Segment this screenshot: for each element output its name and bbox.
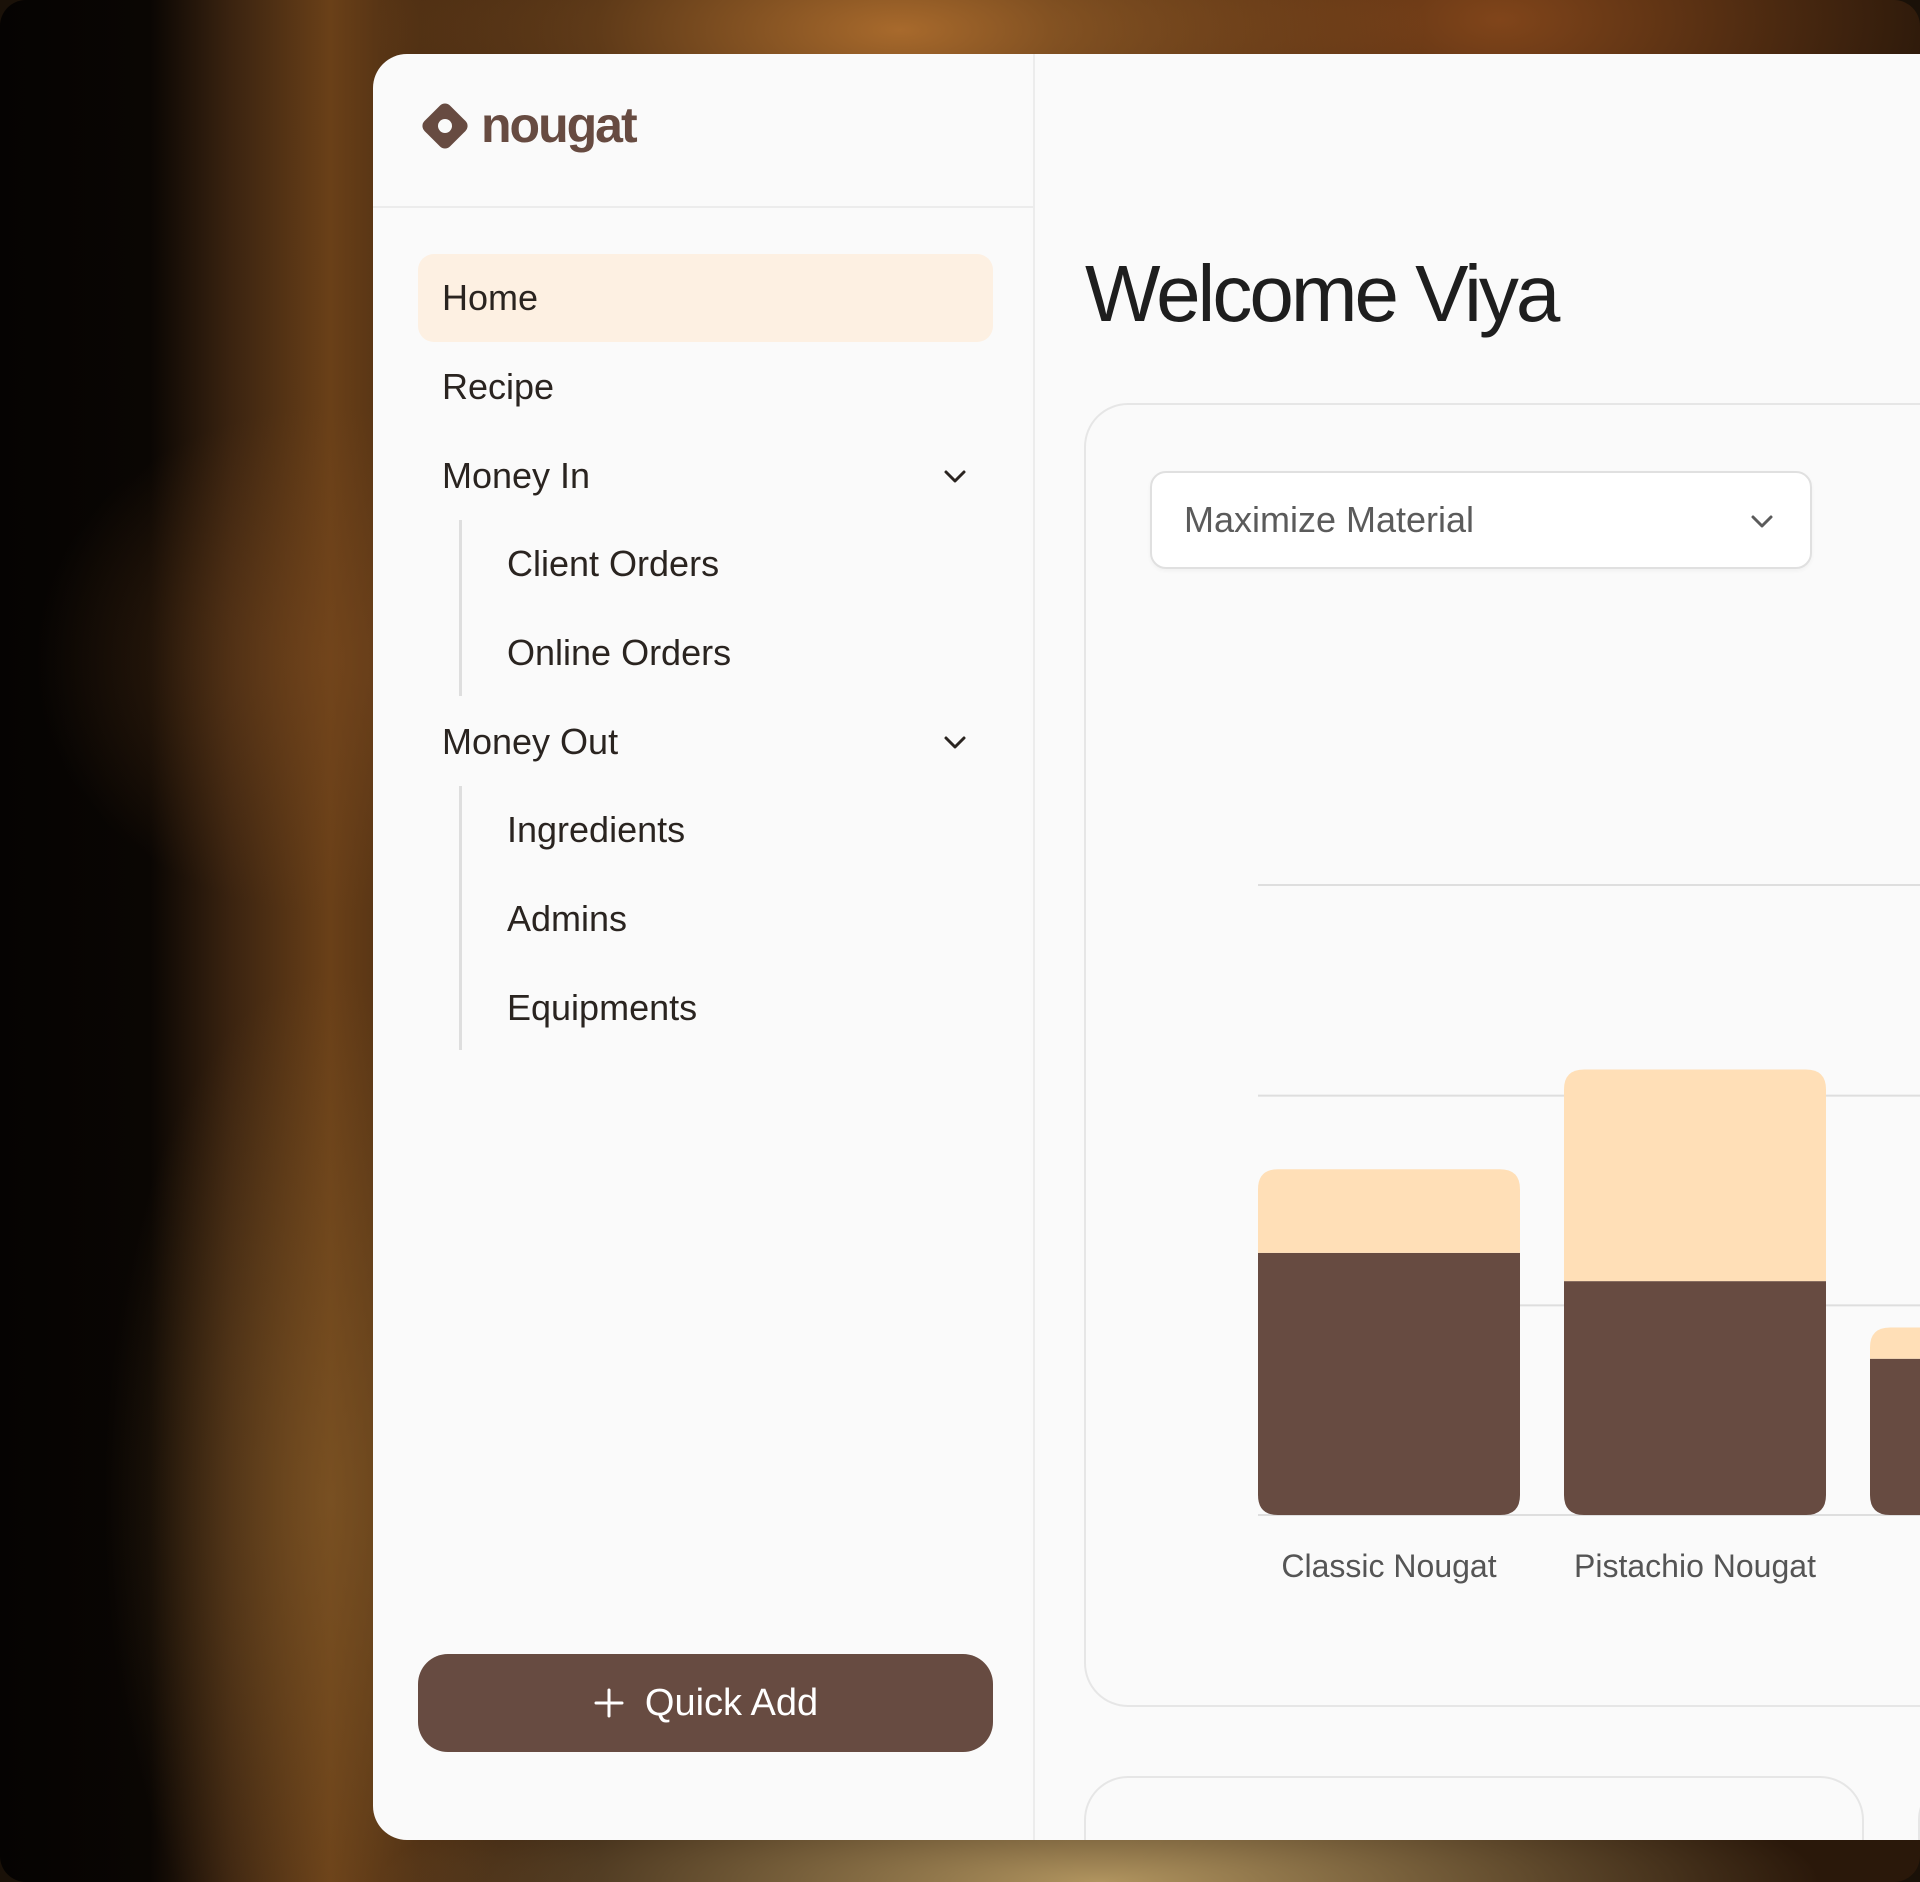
page-title: Welcome Viya	[1085, 249, 1560, 338]
secondary-card	[1084, 1776, 1864, 1840]
chart-card: Maximize Material Classic Nougat Pistachi…	[1084, 403, 1920, 1707]
sidebar-item-label: Ingredients	[507, 809, 686, 850]
bar-segment-top	[1258, 1169, 1520, 1253]
category-label: Pistachio Nougat	[1574, 1548, 1816, 1584]
bar-segment-base	[1564, 1281, 1826, 1515]
sidebar-item-label: Client Orders	[507, 543, 720, 584]
stacked-bar-chart: Classic Nougat Pistachio Nougat	[1258, 884, 1920, 1584]
main-content: Welcome Viya Maximize Material Classic N…	[1035, 54, 1920, 1840]
bar-segment-base	[1870, 1358, 1920, 1515]
app-window: nougat Home Recipe Money In Client Order…	[373, 54, 1920, 1840]
bar-segment-top	[1564, 1069, 1826, 1282]
chevron-down-icon[interactable]	[939, 460, 971, 492]
quick-add-label: Quick Add	[644, 1681, 819, 1724]
sidebar-item-money-out[interactable]: Money Out	[418, 698, 993, 786]
sidebar-item-label: Home	[442, 277, 539, 318]
bar-segment-base	[1258, 1252, 1520, 1515]
sidebar-item-label: Money In	[442, 455, 591, 496]
category-label: Classic Nougat	[1281, 1548, 1496, 1584]
sidebar-item-online-orders[interactable]: Online Orders	[507, 617, 993, 689]
nougat-logo-icon	[422, 103, 468, 149]
bar-segment-top	[1870, 1327, 1920, 1359]
chevron-down-icon[interactable]	[939, 726, 971, 758]
sidebar-item-equipments[interactable]: Equipments	[507, 972, 993, 1044]
sidebar-item-admins[interactable]: Admins	[507, 883, 993, 955]
brand-name: nougat	[481, 97, 638, 153]
sidebar-item-ingredients[interactable]: Ingredients	[507, 794, 993, 866]
quick-add-button[interactable]: Quick Add	[418, 1654, 993, 1752]
sidebar-item-recipe[interactable]: Recipe	[418, 343, 993, 431]
plus-icon	[594, 1688, 624, 1718]
submenu-guide-line	[459, 786, 462, 1050]
sidebar-item-label: Admins	[507, 898, 628, 939]
sidebar-item-label: Equipments	[507, 987, 698, 1028]
sidebar-item-label: Online Orders	[507, 632, 732, 673]
brand-header: nougat	[373, 54, 1033, 208]
sidebar-item-label: Money Out	[442, 721, 619, 762]
sidebar-item-label: Recipe	[442, 366, 555, 407]
sidebar-item-home[interactable]: Home	[418, 254, 993, 342]
sidebar-item-client-orders[interactable]: Client Orders	[507, 528, 993, 600]
submenu-guide-line	[459, 520, 462, 696]
sidebar-item-money-in[interactable]: Money In	[418, 432, 993, 520]
sidebar: nougat Home Recipe Money In Client Order…	[373, 54, 1035, 1840]
